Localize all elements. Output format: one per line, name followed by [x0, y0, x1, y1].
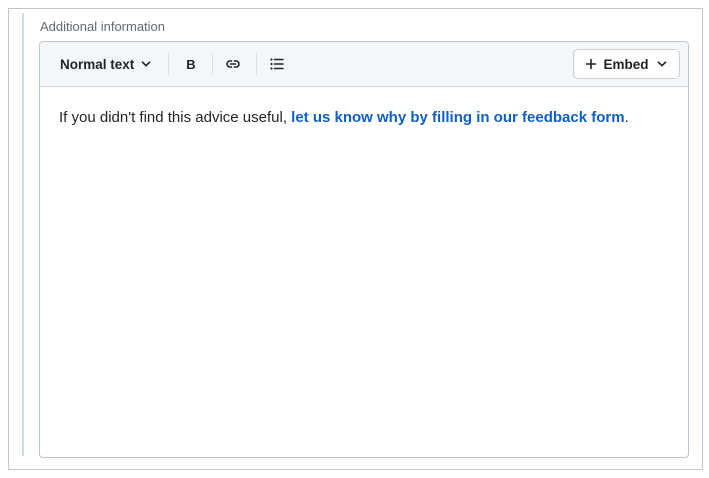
toolbar-divider [256, 53, 257, 75]
chevron-down-icon [140, 58, 152, 70]
section-indicator-rule [22, 13, 24, 456]
bulleted-list-button[interactable] [268, 53, 286, 75]
content-text: If you didn't find this advice useful, [59, 109, 292, 126]
plus-icon [585, 58, 597, 70]
embed-button[interactable]: Embed [573, 49, 680, 79]
rich-text-editor: Normal text B Embed If you didn't find t… [39, 41, 689, 458]
bold-button[interactable]: B [183, 53, 199, 75]
text-style-label: Normal text [60, 56, 135, 72]
editor-content[interactable]: If you didn't find this advice useful, l… [59, 108, 669, 128]
bulleted-list-icon [269, 56, 285, 72]
link-icon [225, 56, 241, 72]
text-style-dropdown[interactable]: Normal text [60, 53, 152, 75]
chevron-down-icon [656, 58, 668, 70]
insert-link-button[interactable] [224, 53, 242, 75]
field-label: Additional information [40, 19, 166, 34]
toolbar-divider [212, 53, 213, 75]
content-text-end: . [624, 109, 629, 126]
embed-label: Embed [603, 56, 649, 72]
toolbar-divider [168, 53, 169, 75]
feedback-form-link[interactable]: let us know why by filling in our feedba… [291, 109, 624, 126]
editor-toolbar: Normal text B Embed [40, 42, 688, 87]
